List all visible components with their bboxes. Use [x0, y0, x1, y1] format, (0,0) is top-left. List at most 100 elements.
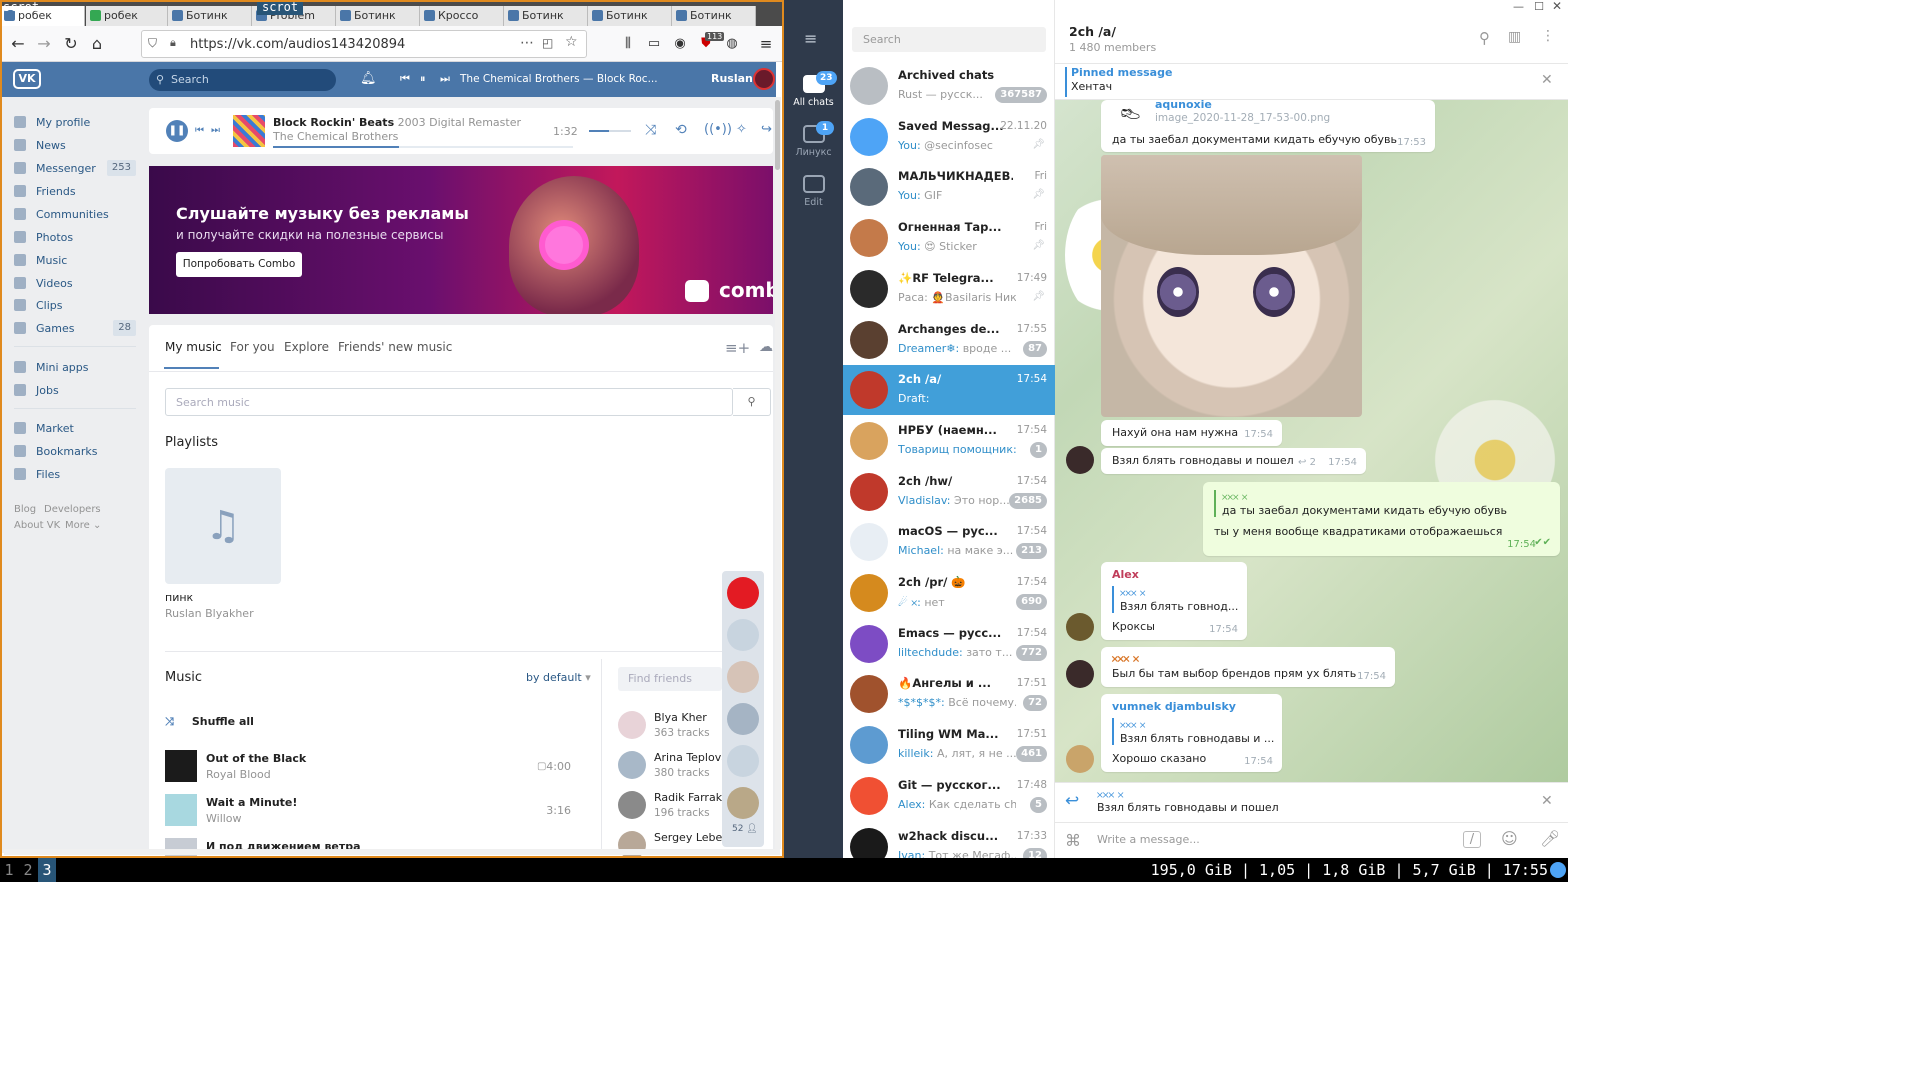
more-vertical-icon[interactable]: ⋮: [1541, 28, 1555, 44]
footer-about-link[interactable]: About VK: [14, 520, 60, 531]
outgoing-message-bubble[interactable]: 𐄂𐄂𐄂 𐄂 да ты заебал документами кидать еб…: [1203, 482, 1560, 556]
find-friends-input[interactable]: Find friends: [618, 667, 722, 691]
replies-count[interactable]: ↩ 2: [1298, 457, 1316, 468]
vk-search-input[interactable]: ⚲ Search: [149, 69, 336, 91]
chat-list-item[interactable]: 2ch /a/17:54 Draft:: [843, 365, 1055, 416]
promo-banner[interactable]: Слушайте музыку без рекламы и получайте …: [149, 166, 773, 314]
bell-icon[interactable]: 🔔︎: [360, 71, 377, 86]
workspace-button[interactable]: 3: [38, 858, 56, 882]
sort-dropdown[interactable]: by default ▾: [526, 671, 591, 684]
avatar[interactable]: [1066, 446, 1094, 474]
forward-arrow-icon[interactable]: →: [32, 32, 56, 56]
sidebar-item[interactable]: Jobs: [14, 381, 136, 401]
chat-list-item[interactable]: 2ch /hw/17:54 Vladislav: Это нор... 2685: [843, 467, 1055, 517]
minimize-icon[interactable]: —: [1513, 0, 1524, 13]
sidebar-item[interactable]: Photos: [14, 228, 136, 248]
folder-tab[interactable]: Линукс 1: [784, 121, 843, 158]
message-bubble[interactable]: Нахуй она нам нужна 17:54: [1101, 420, 1282, 446]
sidebar-item[interactable]: Files: [14, 465, 136, 485]
broadcast-icon[interactable]: ((•)): [704, 122, 732, 137]
browser-tab[interactable]: Ботинк: [504, 6, 588, 26]
browser-tab[interactable]: Ботинк: [168, 6, 252, 26]
emoji-icon[interactable]: ☺: [1501, 829, 1518, 848]
message-bubble[interactable]: 👞︎ aqunoxie image_2020-11-28_17-53-00.pn…: [1101, 98, 1435, 152]
chat-list-item[interactable]: Archived chats Rust — русск... 367587: [843, 61, 1055, 111]
workspace-button[interactable]: 1: [0, 858, 18, 882]
horizontal-scrollbar[interactable]: [4, 849, 780, 855]
volume-slider[interactable]: [589, 130, 631, 132]
chat-list-item[interactable]: Saved Messag... 22.11.20 You: @secinfosec 📌…: [843, 112, 1055, 162]
try-combo-button[interactable]: Попробовать Combo: [176, 252, 302, 277]
globe-icon[interactable]: ◍: [720, 32, 744, 56]
shield-icon[interactable]: ⛉: [148, 36, 157, 51]
footer-more-link[interactable]: More ⌄: [65, 520, 101, 531]
playlist-music-icon[interactable]: ♫: [165, 468, 281, 584]
folder-tab[interactable]: All chats 23: [784, 71, 843, 108]
sidebar-item[interactable]: Clips: [14, 296, 136, 316]
chat-list-item[interactable]: Git — русског... 17:48 Alex: Как сделать c…: [843, 771, 1055, 821]
pinned-message-bar[interactable]: Pinned message Хентач ✕: [1055, 64, 1568, 100]
avatar[interactable]: [1066, 660, 1094, 688]
share-icon[interactable]: ↪: [761, 122, 772, 137]
close-icon[interactable]: ✕: [1541, 72, 1553, 88]
telegram-tray-icon[interactable]: [1550, 862, 1566, 878]
browser-tab[interactable]: Ботинк: [336, 6, 420, 26]
friend-row[interactable]: Radik Farrakho 196 tracks: [618, 789, 738, 829]
shuffle-all-button[interactable]: ⤨ Shuffle all: [165, 715, 254, 729]
tab-explore[interactable]: Explore: [284, 340, 329, 354]
workspace-button[interactable]: 2: [19, 858, 37, 882]
music-search-input[interactable]: Search music: [165, 388, 733, 416]
vk-logo[interactable]: VK: [13, 69, 41, 89]
sender-name[interactable]: Alex: [1112, 568, 1139, 581]
reload-icon[interactable]: ↻: [59, 32, 83, 56]
community-avatar[interactable]: [727, 619, 759, 651]
library-icon[interactable]: ⫼: [616, 32, 640, 56]
message-bubble[interactable]: Alex 𐄂𐄂𐄂 𐄂 Взял блять говнод... Кроксы 1…: [1101, 562, 1247, 640]
tab-for-you[interactable]: For you: [230, 340, 275, 354]
prev-track-icon[interactable]: ⏮: [195, 125, 204, 136]
playlist-name[interactable]: пинк: [165, 591, 193, 604]
tab-my-music[interactable]: My music: [165, 340, 222, 354]
chat-list-item[interactable]: МАЛЬЧИКНАДЕВ... Fri You: GIF 📌︎: [843, 162, 1055, 212]
friend-row[interactable]: Blya Kher 363 tracks: [618, 709, 738, 749]
url-bar[interactable]: ⛉ 🔒︎ https://vk.com/audios143420894 ⋯ ◰ …: [141, 30, 587, 58]
browser-tab[interactable]: Кроссо: [420, 6, 504, 26]
chat-list-item[interactable]: НРБУ (наемн... 17:54 Товарищ помощник: 1: [843, 416, 1055, 466]
chat-list-item[interactable]: 2ch /pr/ 🎃 17:54 ☄ 𐄂: нет 690: [843, 568, 1055, 618]
browser-tab[interactable]: Ботинк: [672, 6, 756, 26]
reply-quote[interactable]: 𐄂𐄂𐄂 𐄂 Взял блять говнодавы и ...: [1112, 718, 1274, 745]
vertical-scrollbar[interactable]: [775, 97, 781, 849]
close-icon[interactable]: ✕: [1541, 793, 1553, 809]
folder-tab[interactable]: Edit: [784, 175, 843, 208]
search-icon[interactable]: ⚲: [1479, 29, 1490, 47]
next-track-icon[interactable]: ⏭: [211, 125, 220, 136]
hamburger-menu-icon[interactable]: ≡: [804, 29, 817, 48]
close-icon[interactable]: ✕: [1552, 0, 1562, 13]
more-dots-icon[interactable]: ⋯: [520, 35, 534, 51]
friend-row[interactable]: Arina Teplova 380 tracks: [618, 749, 738, 789]
track-cover[interactable]: [165, 794, 197, 826]
friend-avatar[interactable]: [727, 661, 759, 693]
repeat-icon[interactable]: ⟲: [675, 122, 687, 138]
avatar[interactable]: [753, 68, 775, 90]
sidebar-item[interactable]: Market: [14, 419, 136, 439]
search-icon[interactable]: ⚲: [733, 388, 771, 416]
telegram-search-input[interactable]: Search: [852, 27, 1046, 52]
sidebar-item[interactable]: Music: [14, 251, 136, 271]
community-avatar[interactable]: [727, 745, 759, 777]
track-artist[interactable]: Willow: [206, 812, 242, 825]
sidebar-item[interactable]: Friends: [14, 182, 136, 202]
message-input[interactable]: Write a message...: [1097, 833, 1200, 846]
paperclip-icon[interactable]: ⌘: [1065, 831, 1081, 850]
friend-avatar[interactable]: [727, 703, 759, 735]
coca-cola-avatar[interactable]: [727, 577, 759, 609]
message-bubble[interactable]: vumnek djambulsky 𐄂𐄂𐄂 𐄂 Взял блять говно…: [1101, 694, 1282, 772]
upload-icon[interactable]: ☁: [759, 339, 773, 355]
chat-list-item[interactable]: Emacs — русс... 17:54 liltechdude: зато т.…: [843, 619, 1055, 669]
progress-track[interactable]: [273, 146, 573, 148]
header-now-playing[interactable]: The Chemical Brothers — Block Roc...: [460, 73, 658, 85]
friend-avatar[interactable]: [727, 787, 759, 819]
anime-sticker-image[interactable]: [1101, 155, 1362, 417]
sidebar-item[interactable]: Games 28: [14, 319, 136, 339]
chat-list-item[interactable]: 🔥Ангелы и ...17:51*$*$*$*: Всё почему...…: [843, 669, 1055, 719]
